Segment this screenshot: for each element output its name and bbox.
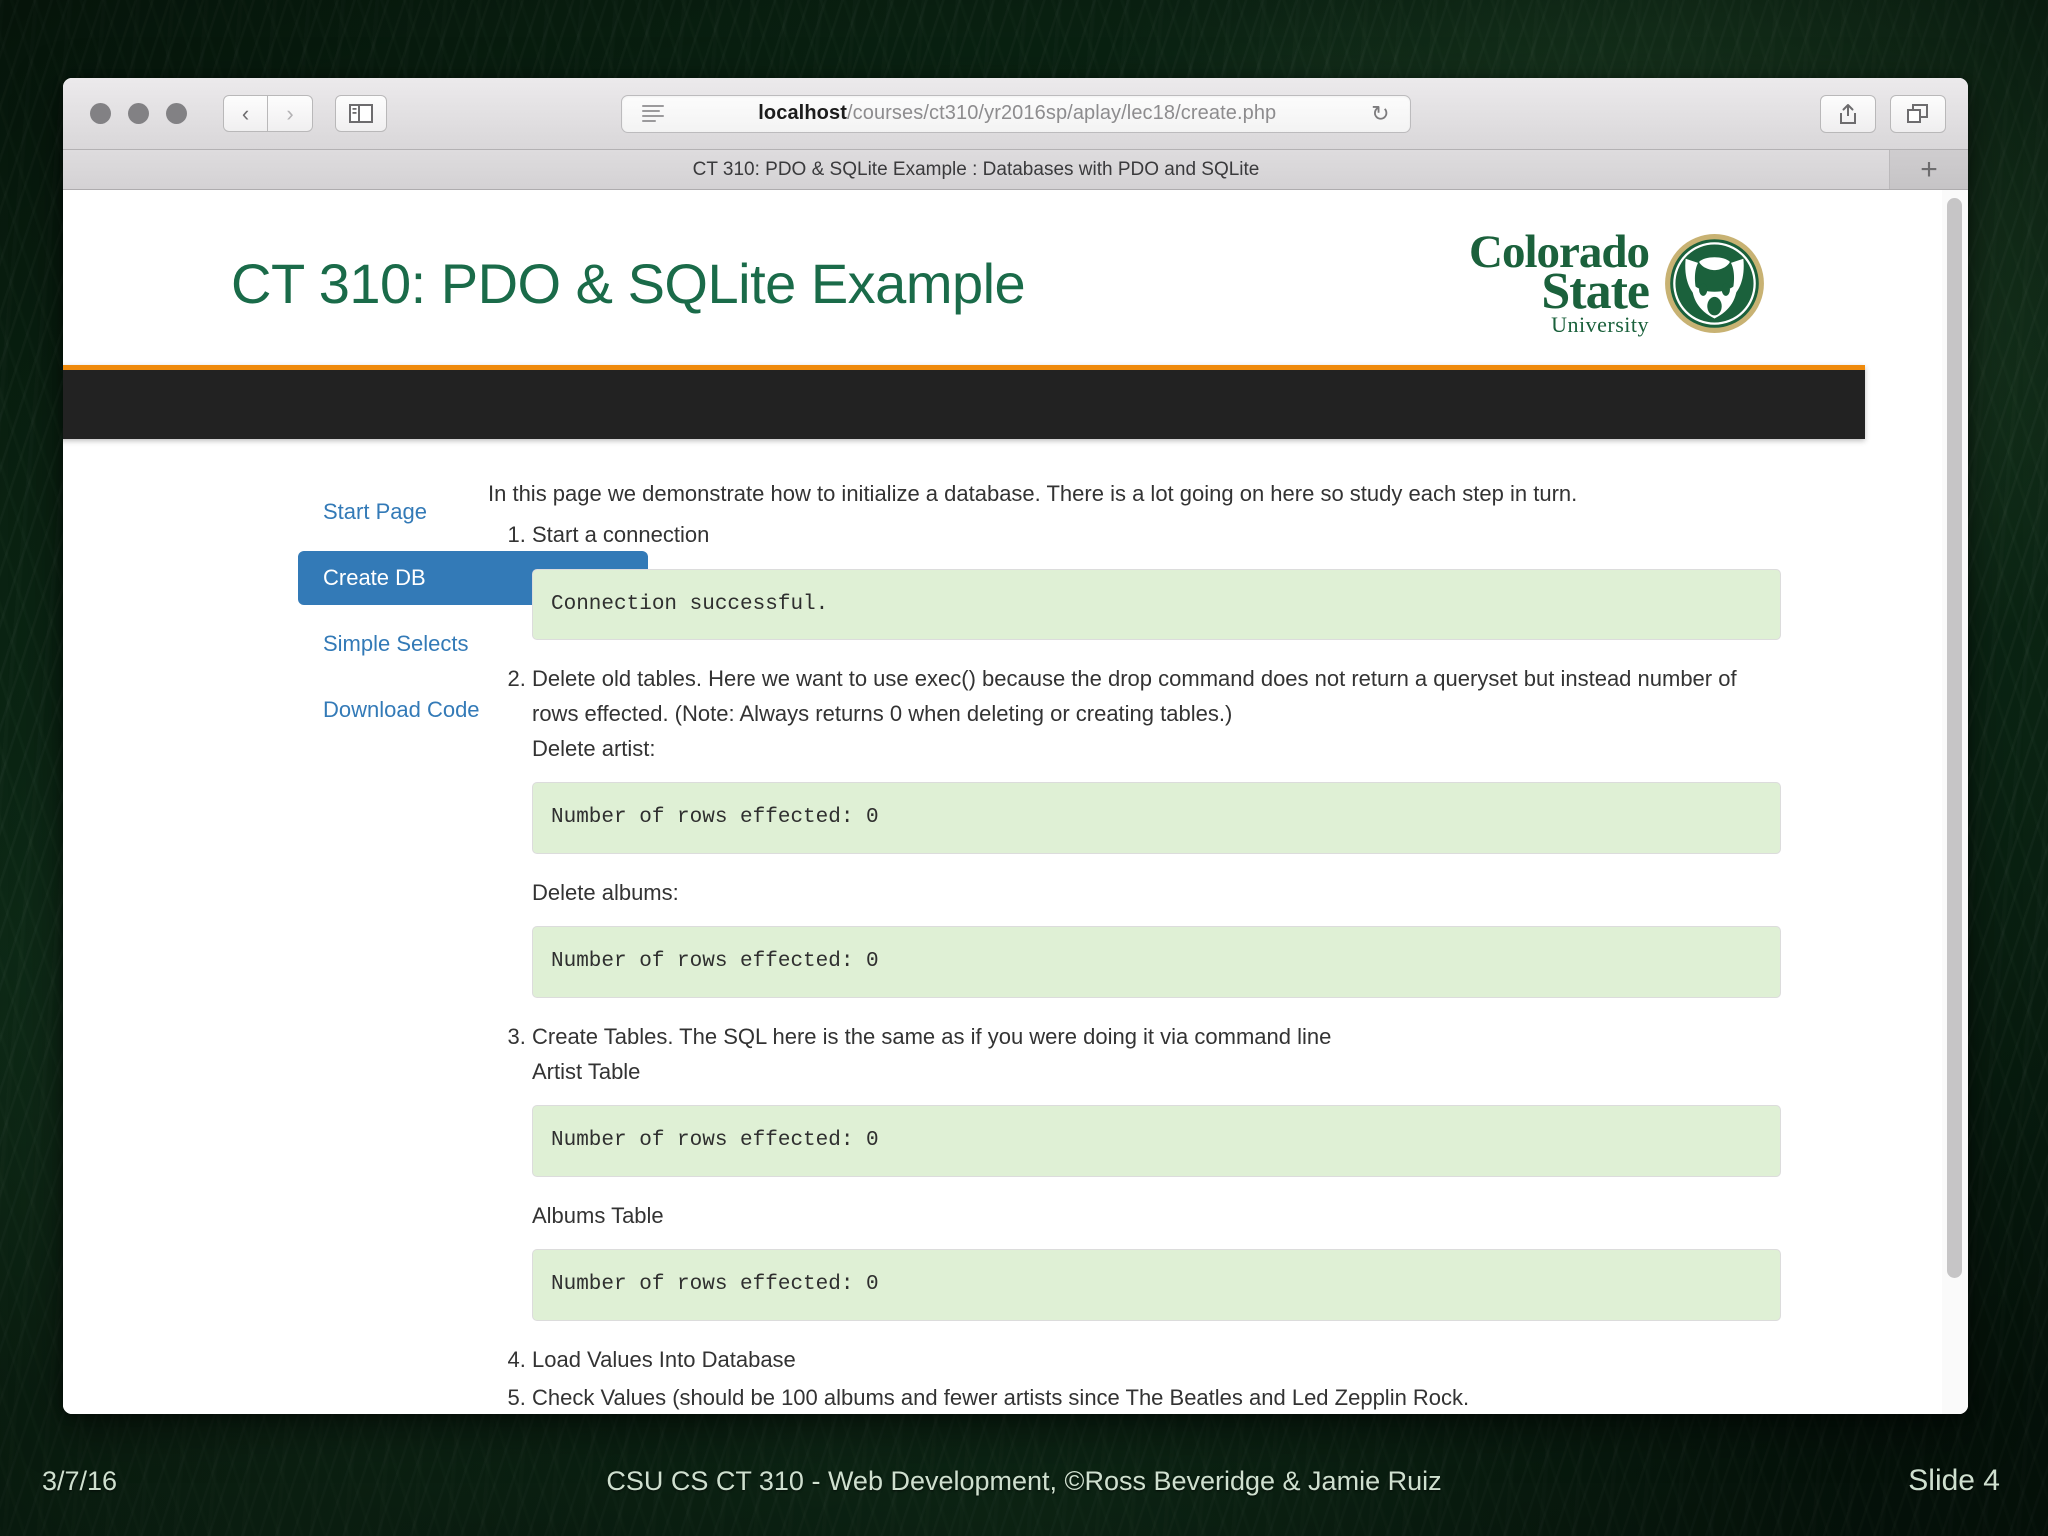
sidebar-nav: Start Page Create DB Simple Selects Down…	[63, 477, 648, 1414]
page-viewport: CT 310: PDO & SQLite Example Colorado St…	[63, 190, 1968, 1414]
reader-view-icon[interactable]	[641, 105, 664, 122]
step-3: Create Tables. The SQL here is the same …	[532, 1020, 1781, 1321]
web-page: CT 310: PDO & SQLite Example Colorado St…	[63, 190, 1865, 1414]
page-title: CT 310: PDO & SQLite Example	[231, 252, 1026, 316]
slide-course-credit: CSU CS CT 310 - Web Development, ©Ross B…	[606, 1465, 1442, 1496]
new-tab-button[interactable]: +	[1890, 150, 1968, 189]
show-sidebar-button[interactable]	[335, 95, 387, 132]
share-button[interactable]	[1820, 94, 1876, 133]
page-header: CT 310: PDO & SQLite Example Colorado St…	[63, 190, 1861, 365]
slide-date: 3/7/16	[42, 1465, 118, 1496]
step-4: Load Values Into Database	[532, 1343, 1781, 1378]
csu-ram-logo-icon	[1665, 234, 1764, 333]
browser-tab-bar: CT 310: PDO & SQLite Example : Databases…	[63, 150, 1968, 190]
tabs-overview-icon	[1907, 103, 1928, 123]
sidebar-panel-icon	[349, 104, 373, 123]
slide-number: Slide 4	[1908, 1464, 2000, 1497]
step-4-text: Load Values Into Database	[532, 1346, 796, 1372]
share-icon	[1840, 103, 1856, 124]
slide-footer: 3/7/16 CSU CS CT 310 - Web Development, …	[0, 1426, 2048, 1536]
browser-titlebar: ‹ › localhost/courses/ct310/yr2016sp/apl…	[63, 78, 1968, 150]
step-3-sub2-label: Albums Table	[532, 1202, 664, 1228]
safari-browser-window: ‹ › localhost/courses/ct310/yr2016sp/apl…	[63, 78, 1968, 1414]
window-traffic-lights	[90, 103, 187, 124]
navigation-buttons: ‹ ›	[223, 95, 313, 132]
chevron-left-icon: ‹	[241, 100, 250, 126]
csu-logo-wordmark: Colorado State University	[1469, 228, 1650, 338]
maximize-window-button[interactable]	[166, 103, 187, 124]
chevron-right-icon: ›	[286, 100, 294, 126]
page-body: Start Page Create DB Simple Selects Down…	[63, 439, 1861, 1414]
step-2: Delete old tables. Here we want to use e…	[532, 662, 1781, 998]
show-all-tabs-button[interactable]	[1890, 94, 1946, 133]
step-2-sub1-label: Delete artist:	[532, 735, 656, 761]
plus-icon: +	[1920, 152, 1938, 186]
step-3-sub1-output: Number of rows effected: 0	[532, 1105, 1781, 1177]
sidebar-item-download-code[interactable]: Download Code	[298, 683, 480, 737]
sidebar-item-start-page[interactable]: Start Page	[298, 485, 463, 539]
step-5-text: Check Values (should be 100 albums and f…	[532, 1385, 1470, 1411]
step-3-sub2-output: Number of rows effected: 0	[532, 1249, 1781, 1321]
intro-paragraph: In this page we demonstrate how to initi…	[488, 481, 1578, 507]
csu-logo-university: University	[1551, 312, 1649, 338]
step-3-sub1-label: Artist Table	[532, 1058, 641, 1084]
step-5: Check Values (should be 100 albums and f…	[532, 1381, 1781, 1414]
back-button[interactable]: ‹	[223, 95, 268, 132]
url-text: localhost/courses/ct310/yr2016sp/aplay/l…	[664, 102, 1372, 125]
step-1-output: Connection successful.	[532, 568, 1781, 641]
csu-logo-state: State	[1541, 263, 1650, 321]
step-2-sub1-output: Number of rows effected: 0	[532, 782, 1781, 854]
reload-icon[interactable]: ↻	[1371, 101, 1389, 127]
step-1: Start a connection Connection successful…	[532, 518, 1781, 641]
steps-list: Start a connection Connection successful…	[488, 518, 1781, 1414]
address-bar[interactable]: localhost/courses/ct310/yr2016sp/aplay/l…	[620, 94, 1411, 133]
tab-title-text: CT 310: PDO & SQLite Example : Databases…	[692, 158, 1260, 180]
step-2-sub2-label: Delete albums:	[532, 879, 679, 905]
step-2-sub2-output: Number of rows effected: 0	[532, 926, 1781, 998]
forward-button[interactable]: ›	[268, 95, 313, 132]
url-path: /courses/ct310/yr2016sp/aplay/lec18/crea…	[846, 102, 1277, 124]
site-navbar	[63, 365, 1865, 440]
browser-tab[interactable]: CT 310: PDO & SQLite Example : Databases…	[63, 150, 1890, 189]
step-1-text: Start a connection	[532, 522, 710, 548]
step-2-text: Delete old tables. Here we want to use e…	[532, 666, 1737, 726]
step-3-text: Create Tables. The SQL here is the same …	[532, 1023, 1332, 1049]
main-content: In this page we demonstrate how to initi…	[463, 477, 1861, 1414]
sidebar-item-simple-selects[interactable]: Simple Selects	[298, 617, 469, 671]
minimize-window-button[interactable]	[128, 103, 149, 124]
url-host: localhost	[758, 102, 847, 124]
csu-logo: Colorado State University	[1469, 228, 1766, 338]
toolbar-right-buttons	[1820, 94, 1946, 133]
close-window-button[interactable]	[90, 103, 111, 124]
page-scrollbar-thumb[interactable]	[1947, 198, 1962, 1278]
